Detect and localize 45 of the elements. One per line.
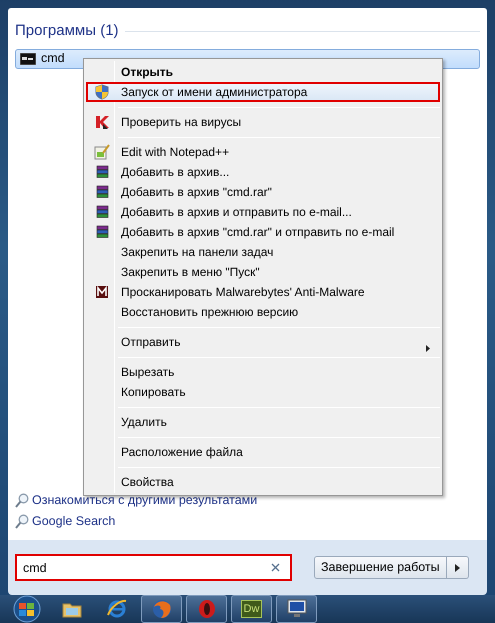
search-icon (15, 493, 29, 508)
books-icon (94, 184, 110, 200)
console-icon (20, 52, 36, 64)
taskbar-button[interactable] (186, 595, 227, 623)
search-field[interactable]: cmd (15, 554, 292, 581)
submenu-arrow-icon (426, 345, 430, 352)
menu-item[interactable]: Проверить на вирусы (86, 112, 440, 132)
search-icon (15, 514, 29, 529)
books-icon (94, 224, 110, 240)
search-link[interactable]: Ознакомиться с другими результатами (15, 490, 480, 511)
section-heading: Программы (1) (15, 21, 119, 41)
menu-item[interactable]: Удалить (86, 412, 440, 432)
clear-icon (271, 563, 280, 572)
taskbar-button[interactable] (276, 595, 317, 623)
menu-item[interactable]: Запуск от имени администратора (86, 82, 440, 102)
menu-item[interactable]: Восстановить прежнюю версию (86, 302, 440, 322)
menu-item[interactable]: Просканировать Malwarebytes' Anti-Malware (86, 282, 440, 302)
menu-item[interactable]: Свойства (86, 472, 440, 492)
menu-item[interactable]: Вырезать (86, 362, 440, 382)
k-logo-icon (94, 114, 110, 130)
browser-e-icon (106, 598, 128, 620)
menu-item[interactable]: Открыть (86, 62, 440, 82)
menu-item[interactable]: Добавить в архив "cmd.rar" (86, 182, 440, 202)
menu-item[interactable]: Добавить в архив "cmd.rar" и отправить по e-mail (86, 222, 440, 242)
caret-icon (454, 564, 460, 572)
menu-item[interactable]: Отправить (86, 332, 440, 352)
books-icon (94, 204, 110, 220)
menu-item[interactable]: Расположение файла (86, 442, 440, 462)
taskbar-button[interactable] (141, 595, 182, 623)
shutdown-options-button[interactable] (446, 556, 469, 579)
menu-item[interactable]: Добавить в архив и отправить по e-mail... (86, 202, 440, 222)
menu-item[interactable]: Закрепить в меню "Пуск" (86, 262, 440, 282)
fox-globe-icon (150, 598, 172, 620)
m-logo-icon (94, 284, 110, 300)
monitor-icon (286, 598, 308, 620)
shield-icon (94, 84, 110, 100)
books-icon (94, 164, 110, 180)
menu-item[interactable]: Закрепить на панели задач (86, 242, 440, 262)
taskbar-button[interactable]: Dw (231, 595, 272, 623)
notepad-icon (94, 144, 110, 160)
menu-item[interactable]: Edit with Notepad++ (86, 142, 440, 162)
menu-item[interactable]: Добавить в архив... (86, 162, 440, 182)
shutdown-button[interactable]: Завершение работы (314, 556, 447, 579)
search-link[interactable]: Google Search (15, 511, 480, 532)
menu-item[interactable]: Копировать (86, 382, 440, 402)
